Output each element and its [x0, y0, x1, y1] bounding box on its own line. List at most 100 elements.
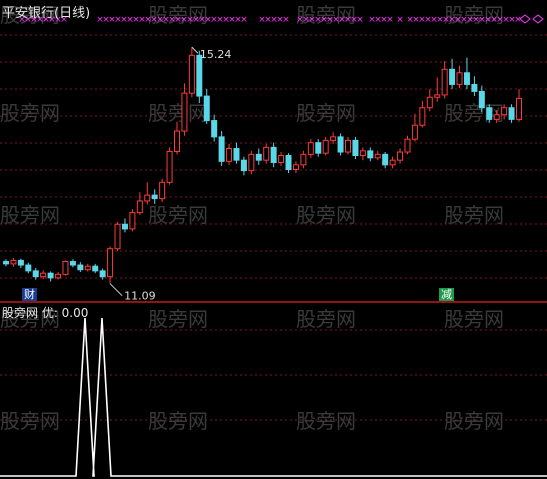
candle-body-down — [47, 272, 54, 279]
candle-body-down — [77, 264, 84, 271]
candle-body-up — [404, 138, 411, 153]
candle-body-up — [456, 72, 463, 85]
signal-cross-mark: × — [396, 15, 404, 25]
candle-body-down — [337, 136, 344, 153]
chart-title: 平安银行(日线) — [2, 6, 91, 21]
candle-body-down — [211, 120, 218, 138]
candle-body-down — [486, 107, 493, 120]
candle-body-down — [285, 155, 292, 170]
watermark-text: 股旁网 — [296, 101, 356, 125]
candle-body-down — [382, 153, 389, 166]
candle-body-up — [397, 151, 404, 161]
signal-cross-mark: × — [386, 15, 394, 25]
watermark-text: 股旁网 — [0, 101, 60, 125]
low-pointer — [109, 283, 123, 297]
candle-body-up — [129, 212, 136, 230]
indicator-label: 股旁网 优: 0.00 — [2, 306, 89, 320]
watermark-text: 股旁网 — [148, 101, 208, 125]
candle-body-up — [62, 261, 69, 275]
candle-body-down — [233, 148, 240, 161]
candle-body-up — [292, 164, 299, 170]
candle-body-up — [10, 259, 17, 265]
watermark-text: 股旁网 — [444, 101, 504, 125]
watermark-text: 股旁网 — [296, 307, 356, 331]
candle-body-down — [315, 142, 322, 154]
candle-body-up — [263, 146, 270, 161]
signal-cross-mark: × — [356, 15, 364, 25]
candle-body-up — [300, 153, 307, 166]
high-price-label: 15.24 — [200, 48, 232, 61]
candle-body-up — [84, 265, 91, 271]
diamond-marker — [532, 14, 544, 24]
candle-body-up — [330, 136, 337, 141]
watermark-text: 股旁网 — [0, 409, 60, 433]
candle-body-up — [40, 272, 47, 278]
watermark-text: 股旁网 — [148, 203, 208, 227]
candle-body-down — [508, 107, 515, 120]
signal-badge-left: 财 — [22, 288, 37, 301]
candle-body-down — [203, 95, 210, 122]
candle-body-down — [218, 136, 225, 162]
candle-body-up — [441, 68, 448, 96]
candle-body-down — [32, 270, 39, 278]
candle-body-up — [107, 248, 114, 278]
indicator-line — [0, 317, 547, 477]
candle-body-down — [121, 223, 128, 230]
candle-body-down — [463, 72, 470, 85]
candle-body-down — [196, 54, 203, 97]
watermark-text: 股旁网 — [444, 307, 504, 331]
low-price-label: 11.09 — [124, 290, 156, 303]
watermark-text: 股旁网 — [0, 203, 60, 227]
candle-body-up — [55, 273, 62, 279]
candle-body-down — [25, 264, 32, 272]
candle-body-up — [226, 148, 233, 162]
chart-stage: 股旁网 股旁网 股旁网 股旁网 股旁网 股旁网 股旁网 股旁网 股旁网 股旁网 股旁网 股旁网 股旁网股… — [0, 0, 547, 479]
candle-body-up — [166, 150, 173, 183]
candle-body-up — [434, 94, 441, 98]
candle-body-down — [17, 259, 24, 266]
watermark-text: 股旁网 — [148, 409, 208, 433]
candle-body-up — [516, 97, 522, 120]
candle-body-up — [501, 107, 508, 116]
candle-body-up — [322, 139, 329, 154]
candle-body-up — [181, 92, 188, 132]
signal-badge-right: 减 — [439, 288, 454, 301]
candle-body-up — [159, 181, 166, 200]
candle-body-up — [188, 54, 195, 94]
candle-body-up — [345, 139, 351, 153]
candle-body-down — [270, 146, 277, 164]
candle-body-up — [493, 114, 500, 120]
candle-body-down — [367, 150, 374, 159]
candle-body-down — [92, 265, 99, 272]
candle-body-up — [419, 107, 426, 126]
candle-body-down — [3, 261, 9, 265]
candle-body-down — [69, 261, 76, 266]
watermark-text: 股旁网 — [444, 203, 504, 227]
signal-cross-mark: × — [240, 15, 248, 25]
signal-cross-mark: × — [282, 15, 290, 25]
candle-body-down — [478, 90, 485, 109]
candle-body-down — [471, 83, 478, 92]
candle-body-up — [248, 153, 255, 172]
candle-body-up — [278, 155, 285, 164]
candle-body-down — [99, 270, 106, 278]
watermark-text: 股旁网 — [296, 203, 356, 227]
watermark-text: 股旁网 — [296, 409, 356, 433]
candle-body-up — [114, 223, 121, 250]
candle-body-down — [240, 159, 247, 172]
candle-body-up — [174, 130, 180, 152]
candle-body-up — [426, 96, 433, 109]
candle-body-down — [352, 139, 359, 157]
high-pointer — [191, 46, 199, 54]
candle-body-up — [359, 150, 366, 157]
candle-body-down — [449, 68, 456, 85]
candle-body-down — [151, 194, 158, 200]
watermark-text: 股旁网 — [444, 409, 504, 433]
candle-body-up — [144, 194, 151, 202]
candle-body-up — [307, 142, 314, 155]
candle-body-up — [374, 153, 381, 159]
candle-body-up — [389, 159, 396, 166]
watermark-text: 股旁网 — [148, 307, 208, 331]
candle-body-down — [255, 153, 262, 161]
chart-canvas: 股旁网 股旁网 股旁网 股旁网股旁网 股旁网 股旁网 股旁网股旁网 股旁网 股旁网 股旁网股旁网股… — [0, 3, 547, 477]
